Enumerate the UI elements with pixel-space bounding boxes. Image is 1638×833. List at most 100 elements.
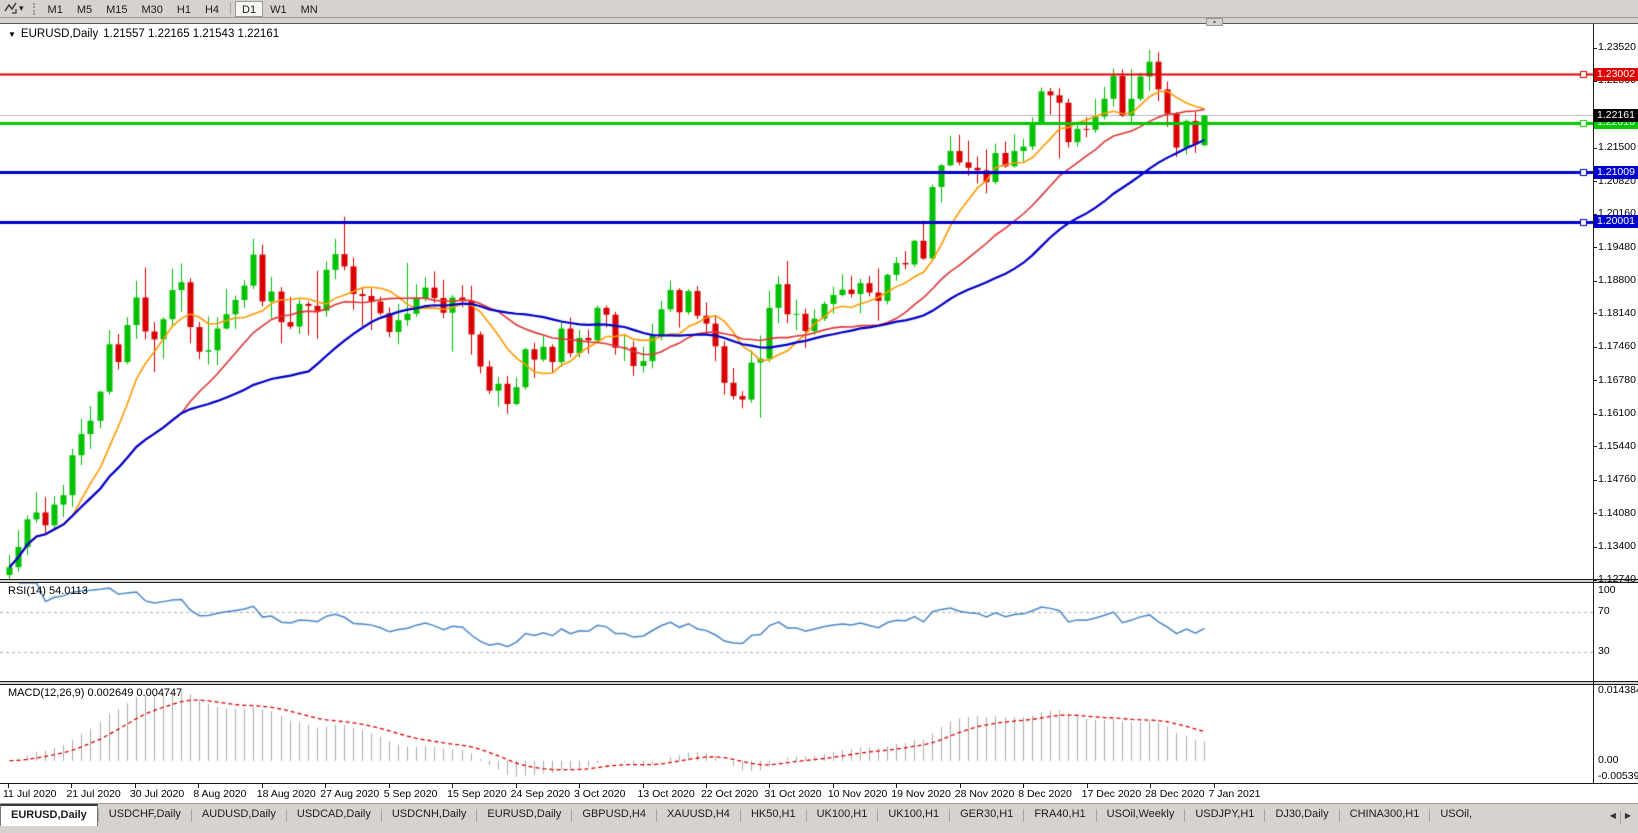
chart-tab-usdcad-daily[interactable]: USDCAD,Daily: [287, 804, 381, 826]
chart-tab-usoil-[interactable]: USOil,: [1430, 804, 1482, 826]
time-axis: 11 Jul 2020 21 Jul 2020 30 Jul 2020 8 Aug 2…: [0, 784, 1638, 804]
chart-tab-eurusd-daily[interactable]: EURUSD,Daily: [0, 804, 98, 826]
price-tick-label: 1.23520: [1598, 41, 1636, 54]
chart-tab-xauusd-h4[interactable]: XAUUSD,H4: [657, 804, 740, 826]
hline-price-label: 1.21009: [1594, 165, 1638, 179]
time-axis-label: 21 Jul 2020: [66, 788, 121, 800]
price-tick-mark: [1593, 247, 1597, 249]
price-tick-label: 1.15440: [1598, 439, 1636, 452]
chart-tab-uk100-h1[interactable]: UK100,H1: [807, 804, 878, 826]
timeframe-button-M5[interactable]: M5: [70, 1, 99, 17]
timeframe-button-H1[interactable]: H1: [170, 1, 198, 17]
macd-axis-label: 0.014384: [1598, 684, 1638, 696]
timeframe-button-M30[interactable]: M30: [135, 1, 170, 17]
time-axis-label: 17 Dec 2020: [1081, 788, 1142, 800]
time-axis-label: 3 Oct 2020: [574, 788, 626, 800]
timeframe-button-D1[interactable]: D1: [235, 0, 264, 17]
price-axis-border: [1593, 24, 1594, 784]
chart-tab-usdchf-daily[interactable]: USDCHF,Daily: [99, 804, 191, 826]
price-tick-mark: [1593, 181, 1597, 183]
price-tick-mark: [1593, 47, 1597, 49]
toolbar-grip: [32, 2, 36, 15]
time-axis-label: 28 Dec 2020: [1145, 788, 1205, 800]
timeframe-button-W1[interactable]: W1: [263, 1, 294, 17]
timeframe-button-H4[interactable]: H4: [198, 1, 226, 17]
tab-scroll-right-button[interactable]: ▶: [1621, 808, 1635, 823]
price-tick-label: 1.16780: [1598, 373, 1636, 386]
price-tick-mark: [1593, 579, 1597, 581]
chart-symbol-label: EURUSD,Daily: [20, 28, 99, 40]
crosshair-icon: [4, 2, 17, 14]
rsi-chart-canvas[interactable]: [0, 583, 1593, 681]
price-tick-mark: [1593, 313, 1597, 315]
price-tick-mark: [1593, 513, 1597, 515]
chart-tab-usdcnh-daily[interactable]: USDCNH,Daily: [382, 804, 477, 826]
time-axis-label: 10 Nov 2020: [827, 788, 888, 800]
price-tick-mark: [1593, 479, 1597, 481]
time-axis-label: 24 Sep 2020: [510, 788, 571, 800]
price-tick-label: 1.18800: [1598, 274, 1636, 287]
time-axis-label: 31 Oct 2020: [764, 788, 822, 800]
price-tick-mark: [1593, 346, 1597, 348]
timeframe-buttons: M1 M5 M15 M30 H1 H4 D1 W1 MN: [41, 0, 325, 17]
chevron-down-icon[interactable]: ▾: [19, 3, 24, 14]
chart-tab-audusd-daily[interactable]: AUDUSD,Daily: [192, 804, 286, 826]
timeframe-button-M1[interactable]: M1: [41, 1, 70, 17]
mt4-application: ▾ M1 M5 M15 M30 H1 H4 D1 W1 MN ▲ ▼ EURUSD,Daily …: [0, 0, 1638, 833]
hline-price-label: 1.20001: [1594, 215, 1638, 229]
time-axis-label: 8 Aug 2020: [193, 788, 247, 800]
macd-label: MACD(12,26,9) 0.002649 0.004747: [8, 687, 183, 699]
price-tick-label: 1.16100: [1598, 407, 1636, 420]
hline-price-label: 1.23002: [1594, 67, 1638, 81]
rsi-axis-label: 30: [1598, 644, 1610, 657]
chart-tab-ger30-h1[interactable]: GER30,H1: [950, 804, 1023, 826]
chart-title: ▼ EURUSD,Daily 1.21557 1.22165 1.21543 1…: [8, 28, 279, 40]
chart-tool-button[interactable]: ▾: [0, 1, 28, 17]
price-tick-mark: [1593, 213, 1597, 215]
time-axis-label: 27 Aug 2020: [320, 788, 380, 800]
macd-chart-canvas[interactable]: [0, 685, 1593, 783]
time-axis-label: 22 Oct 2020: [700, 788, 759, 800]
price-tick-label: 1.21500: [1598, 141, 1636, 154]
price-tick-mark: [1593, 280, 1597, 282]
price-tick-mark: [1593, 446, 1597, 448]
chart-tab-gbpusd-h4[interactable]: GBPUSD,H4: [572, 804, 656, 826]
pane-divider[interactable]: [0, 681, 1638, 685]
price-tick-mark: [1593, 413, 1597, 415]
price-tick-label: 1.19480: [1598, 240, 1636, 253]
macd-axis-label: 0.00: [1598, 753, 1619, 766]
chart-tab-hk50-h1[interactable]: HK50,H1: [741, 804, 806, 826]
chart-tab-dj30-daily[interactable]: DJ30,Daily: [1265, 804, 1338, 826]
time-axis-label: 28 Nov 2020: [954, 788, 1015, 800]
rsi-axis-label: 70: [1598, 605, 1610, 618]
chart-tab-uk100-h1[interactable]: UK100,H1: [878, 804, 949, 826]
chart-tab-fra40-h1[interactable]: FRA40,H1: [1024, 804, 1095, 826]
timeframe-button-M15[interactable]: M15: [99, 1, 134, 17]
timeframe-button-MN[interactable]: MN: [294, 1, 325, 17]
time-axis-label: 11 Jul 2020: [3, 788, 57, 800]
price-chart-canvas[interactable]: [0, 25, 1593, 579]
collapse-icon[interactable]: ▼: [8, 30, 16, 39]
time-axis-label: 15 Sep 2020: [447, 788, 507, 800]
price-tick-mark: [1593, 546, 1597, 548]
chart-scroll-arrow[interactable]: ▲: [1206, 18, 1223, 26]
pane-divider[interactable]: [0, 579, 1638, 583]
price-tick-mark: [1593, 380, 1597, 382]
time-axis-label: 5 Sep 2020: [383, 788, 438, 800]
rsi-label: RSI(14) 54.0113: [8, 585, 88, 597]
chart-tab-china300-h1[interactable]: CHINA300,H1: [1340, 804, 1430, 826]
chart-tab-usoil-weekly[interactable]: USOil,Weekly: [1097, 804, 1185, 826]
current-price-label: 1.22161: [1594, 108, 1638, 122]
price-tick-label: 1.17460: [1598, 340, 1636, 353]
time-axis-label: 13 Oct 2020: [637, 788, 695, 800]
macd-axis-label: -0.005396: [1598, 770, 1638, 782]
chart-tab-bar: EURUSD,Daily USDCHF,Daily AUDUSD,Daily USDC…: [0, 803, 1638, 833]
chart-tab-usdjpy-h1[interactable]: USDJPY,H1: [1185, 804, 1264, 826]
chart-ohlc-values: 1.21557 1.22165 1.21543 1.22161: [103, 28, 280, 40]
tab-scroll-left-button[interactable]: ◀: [1606, 808, 1620, 823]
price-tick-mark: [1593, 147, 1597, 149]
price-tick-label: 1.18140: [1598, 306, 1636, 319]
price-tick-label: 1.13400: [1598, 540, 1636, 553]
chart-tab-eurusd-daily[interactable]: EURUSD,Daily: [477, 804, 571, 826]
tab-scroll-arrows: ◀ ▶: [1606, 804, 1638, 826]
